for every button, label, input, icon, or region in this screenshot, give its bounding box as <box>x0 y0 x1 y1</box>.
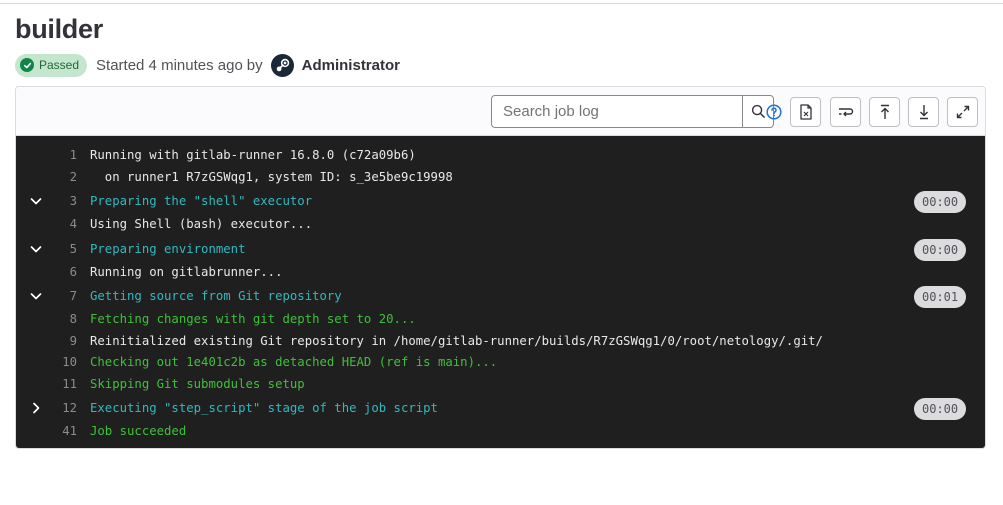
line-number[interactable]: 9 <box>46 331 77 353</box>
steam-logo-icon <box>276 58 289 71</box>
fullscreen-button[interactable] <box>947 97 978 127</box>
status-badge[interactable]: Passed <box>15 53 88 77</box>
log-text: Executing "step_script" stage of the job… <box>90 401 438 415</box>
job-log-toolbar <box>16 87 985 136</box>
log-text: Running with gitlab-runner 16.8.0 (c72a0… <box>90 148 416 162</box>
log-line: 6 Running on gitlabrunner... <box>16 262 985 284</box>
chevron-down-icon[interactable] <box>28 283 44 309</box>
chevron-down-icon[interactable] <box>28 236 44 262</box>
log-text: Preparing the "shell" executor <box>90 194 313 208</box>
log-line: 10 Checking out 1e401c2b as detached HEAD… <box>16 352 985 374</box>
search-icon <box>751 104 765 118</box>
log-section-header[interactable]: 3 Preparing the "shell" executor 00:00 <box>16 188 985 214</box>
job-meta: Passed Started 4 minutes ago by Administ… <box>15 53 400 77</box>
chevron-down-icon[interactable] <box>28 188 44 214</box>
log-text: Using Shell (bash) executor... <box>90 217 313 231</box>
show-raw-log-button[interactable] <box>790 97 821 127</box>
line-number[interactable]: 7 <box>46 283 77 309</box>
author-link[interactable]: Administrator <box>302 57 400 74</box>
section-duration-badge: 00:00 <box>914 191 967 213</box>
search-input[interactable] <box>492 96 742 127</box>
line-number[interactable]: 1 <box>46 145 77 167</box>
section-duration-badge: 00:00 <box>914 398 967 420</box>
line-number[interactable]: 5 <box>46 236 77 262</box>
log-line: 9 Reinitialized existing Git repository i… <box>16 331 985 353</box>
log-line: 4 Using Shell (bash) executor... <box>16 214 985 236</box>
log-section-header[interactable]: 5 Preparing environment 00:00 <box>16 236 985 262</box>
chevron-right-icon[interactable] <box>28 395 44 421</box>
line-number[interactable]: 6 <box>46 262 77 284</box>
log-section-header[interactable]: 12 Executing "step_script" stage of the j… <box>16 395 985 421</box>
job-log-panel: 1 Running with gitlab-runner 16.8.0 (c72a… <box>15 86 986 449</box>
log-text: Fetching changes with git depth set to 2… <box>90 312 416 326</box>
raw-log-icon <box>799 104 812 120</box>
job-title: builder <box>15 14 103 44</box>
line-number[interactable]: 10 <box>46 352 77 374</box>
log-text: Checking out 1e401c2b as detached HEAD (… <box>90 355 498 369</box>
log-line: 41 Job succeeded <box>16 421 985 443</box>
log-text: Skipping Git submodules setup <box>90 376 305 391</box>
line-number[interactable]: 2 <box>46 167 77 189</box>
line-number[interactable]: 3 <box>46 188 77 214</box>
job-log: 1 Running with gitlab-runner 16.8.0 (c72a… <box>16 136 985 448</box>
log-line: 11 Skipping Git submodules setup <box>16 374 985 396</box>
line-number[interactable]: 4 <box>46 214 77 236</box>
wrap-lines-button[interactable] <box>830 97 861 127</box>
log-line: 8 Fetching changes with git depth set to … <box>16 309 985 331</box>
line-number[interactable]: 11 <box>46 374 77 396</box>
log-text: Running on gitlabrunner... <box>90 264 283 279</box>
section-duration-badge: 00:01 <box>914 286 967 308</box>
log-text: Reinitialized existing Git repository in… <box>90 333 823 348</box>
log-section-header[interactable]: 7 Getting source from Git repository 00:01 <box>16 283 985 309</box>
header-divider <box>0 3 1003 4</box>
log-text: Preparing environment <box>90 241 246 256</box>
check-circle-icon <box>20 58 34 72</box>
by-label: by <box>246 56 263 74</box>
started-time: Started 4 minutes ago <box>96 56 243 74</box>
fullscreen-icon <box>956 105 969 119</box>
log-line: 2 on runner1 R7zGSWqg1, system ID: s_3e5… <box>16 167 985 189</box>
status-label: Passed <box>39 58 80 72</box>
line-number[interactable]: 41 <box>46 421 77 443</box>
scroll-to-bottom-button[interactable] <box>908 97 939 127</box>
log-text: on runner1 R7zGSWqg1, system ID: s_3e5be… <box>90 169 453 184</box>
help-icon[interactable] <box>766 104 782 120</box>
section-duration-badge: 00:00 <box>914 238 967 261</box>
scroll-top-icon <box>880 104 889 119</box>
scroll-to-top-button[interactable] <box>869 97 900 127</box>
line-number[interactable]: 8 <box>46 309 77 331</box>
log-text: Getting source from Git repository <box>90 289 342 303</box>
line-number[interactable]: 12 <box>46 395 77 421</box>
log-line: 1 Running with gitlab-runner 16.8.0 (c72a… <box>16 145 985 167</box>
wrap-lines-icon <box>838 108 853 117</box>
scroll-bottom-icon <box>919 105 928 120</box>
search-box <box>491 95 774 128</box>
log-text: Job succeeded <box>90 424 187 438</box>
avatar[interactable] <box>270 53 294 77</box>
